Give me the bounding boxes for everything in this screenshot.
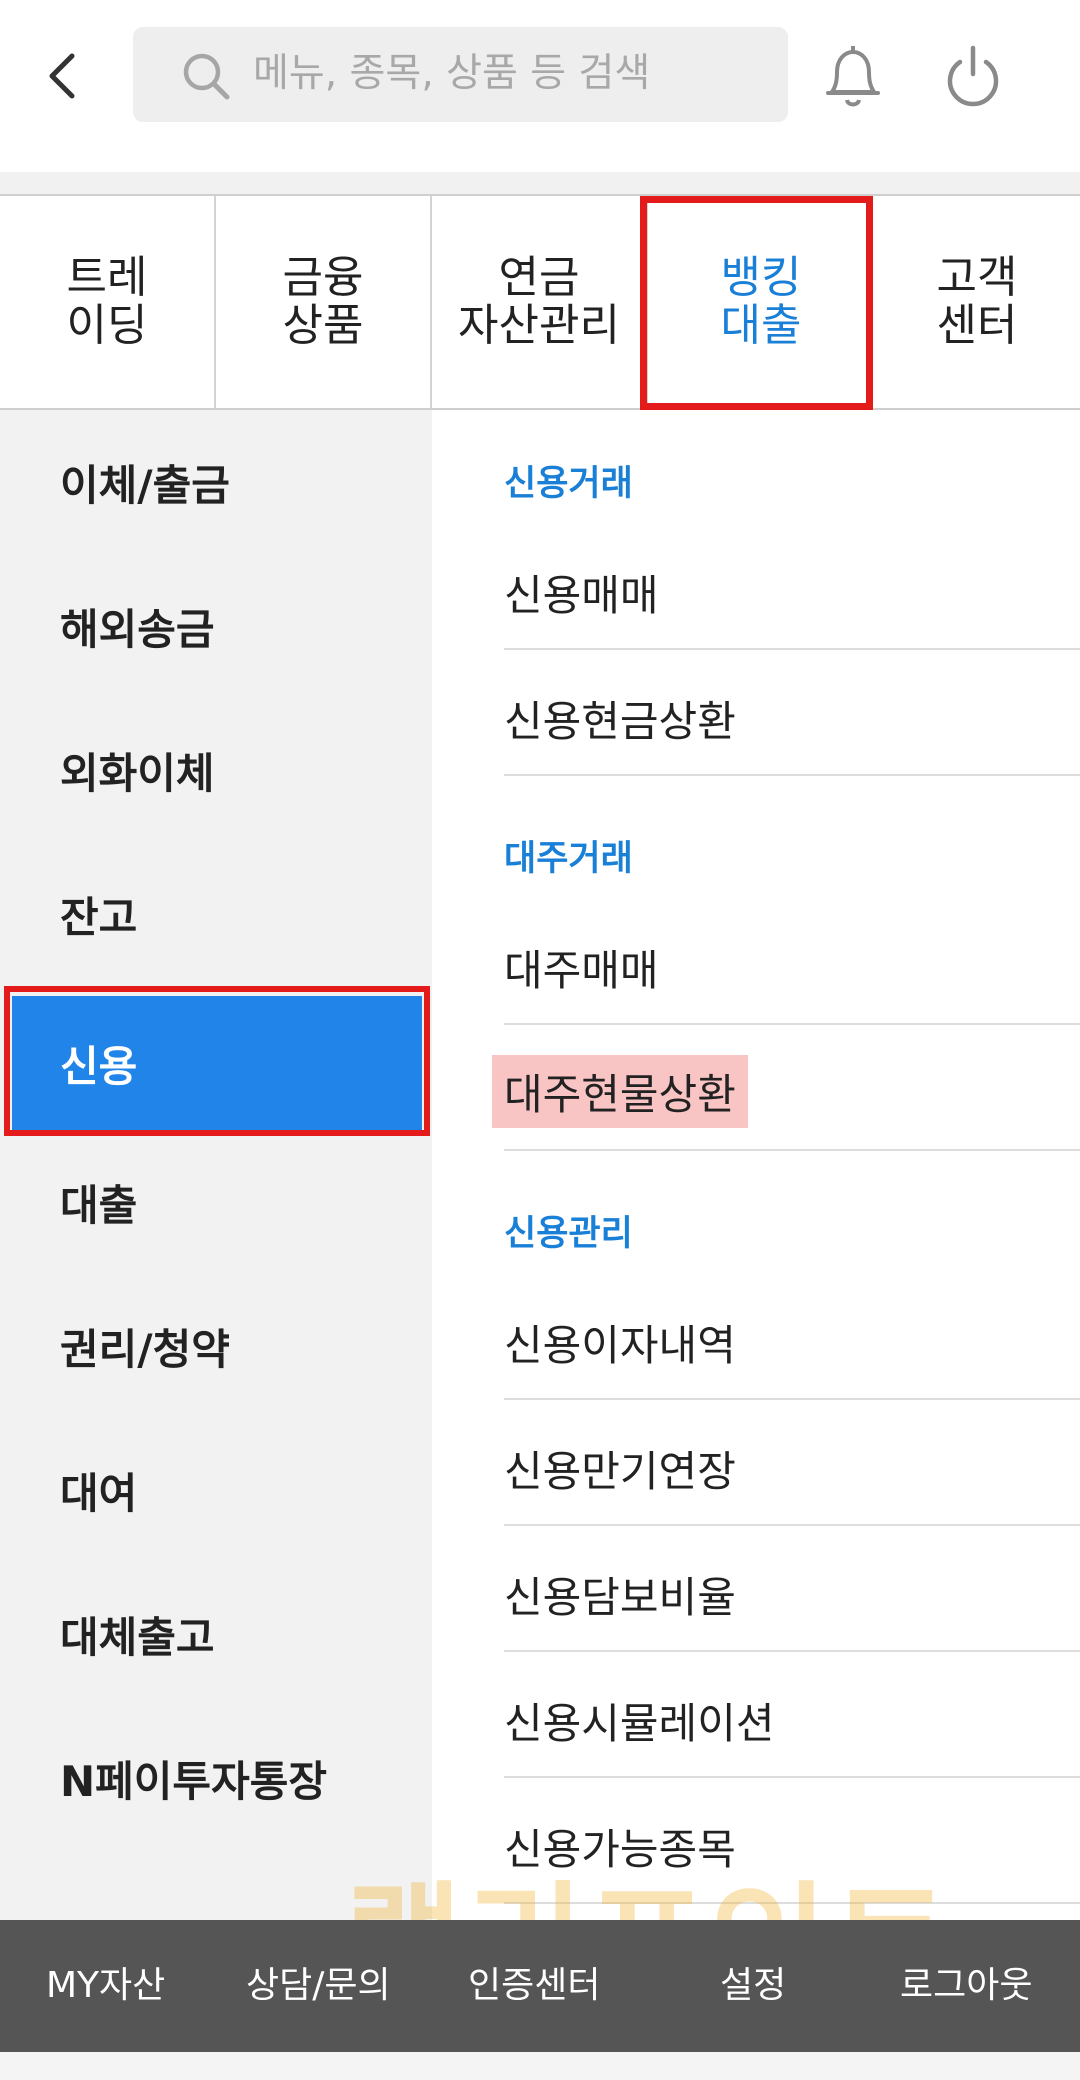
logout-power-button[interactable] [940,40,1006,112]
bell-icon [826,46,880,107]
bottom-item-my-assets[interactable]: MY자산 [46,1920,165,2052]
menu-item-label: 신용담보비율 [504,1573,736,1622]
section-title-credit-management: 신용관리 [504,1214,633,1254]
sidebar-item-label: 대여 [60,1468,138,1518]
submenu-panel: 신용거래 신용매매 신용현금상환 대주거래 대주매매 대주현물상환 신용관리 신… [432,410,1080,1920]
tab-label: 고객 센터 [936,252,1018,351]
tab-banking-loan[interactable]: 뱅킹 대출 [648,196,874,408]
power-icon [947,45,999,107]
search-icon [183,53,230,100]
tab-label: 트레 이딩 [66,252,148,351]
sidebar-item-label: 대체출고 [60,1612,215,1662]
bottom-item-certificate-center[interactable]: 인증센터 [468,1920,600,2052]
menu-item-label: 대주매매 [504,946,659,995]
back-button[interactable] [40,48,84,104]
bottom-item-logout[interactable]: 로그아웃 [900,1920,1032,2052]
sidebar-item-label: 이체/출금 [60,460,230,510]
sidebar: 이체/출금 해외송금 외화이체 잔고 신용 대출 권리/청약 대여 대체출고 N… [0,410,432,1920]
tab-label: 금융 상품 [282,252,364,351]
menu-item-label: 신용시뮬레이션 [504,1699,775,1748]
sidebar-item-transfer-withdraw[interactable]: 이체/출금 [0,410,432,554]
sidebar-item-label: 잔고 [60,892,138,942]
header-divider-band [0,172,1080,194]
menu-item-label: 대주현물상환 [492,1055,748,1128]
sidebar-item-rights-subscription[interactable]: 권리/청약 [0,1274,432,1418]
bottom-item-settings[interactable]: 설정 [720,1920,786,2052]
sidebar-item-label: 대출 [60,1180,138,1230]
menu-item-credit-interest-history[interactable]: 신용이자내역 [504,1274,1080,1400]
back-arrow-icon [49,53,75,99]
sidebar-item-lending[interactable]: 대여 [0,1418,432,1562]
sidebar-item-label: 신용 [60,1041,138,1091]
section-title-short-selling: 대주거래 [504,839,633,879]
menu-item-label: 신용만기연장 [504,1447,736,1496]
menu-item-short-sale-trade[interactable]: 대주매매 [504,899,1080,1025]
menu-item-credit-eligible-stocks[interactable]: 신용가능종목 [504,1778,1080,1904]
notification-button[interactable] [820,40,886,112]
sidebar-item-label: 권리/청약 [60,1324,230,1374]
sidebar-item-loan[interactable]: 대출 [0,1130,432,1274]
menu-item-label: 신용현금상환 [504,697,736,746]
menu-item-credit-maturity-extension[interactable]: 신용만기연장 [504,1400,1080,1526]
sidebar-item-substitute-release[interactable]: 대체출고 [0,1562,432,1706]
sidebar-item-overseas-remittance[interactable]: 해외송금 [0,554,432,698]
menu-item-label: 신용매매 [504,571,659,620]
tab-customer-center[interactable]: 고객 센터 [874,196,1080,408]
sidebar-item-label: 외화이체 [60,748,215,798]
category-tabs: 트레 이딩 금융 상품 연금 자산관리 뱅킹 대출 고객 센터 [0,194,1080,410]
tab-label: 연금 자산관리 [458,252,620,351]
sidebar-item-npay-account[interactable]: N페이투자통장 [0,1706,432,1850]
menu-item-credit-collateral-ratio[interactable]: 신용담보비율 [504,1526,1080,1652]
menu-item-label: 신용이자내역 [504,1321,736,1370]
tab-trading[interactable]: 트레 이딩 [0,196,216,408]
section-title-credit-trading: 신용거래 [504,464,633,504]
sidebar-item-label: 해외송금 [60,604,215,654]
sidebar-item-label: N페이투자통장 [60,1756,327,1806]
menu-item-credit-cash-repayment[interactable]: 신용현금상환 [504,650,1080,776]
top-header: 메뉴, 종목, 상품 등 검색 [0,0,1080,172]
sidebar-item-balance[interactable]: 잔고 [0,842,432,986]
sidebar-item-foreign-currency-transfer[interactable]: 외화이체 [0,698,432,842]
menu-item-credit-trade[interactable]: 신용매매 [504,524,1080,650]
tab-financial-products[interactable]: 금융 상품 [216,196,432,408]
tab-label: 뱅킹 대출 [720,252,802,351]
menu-item-label: 신용가능종목 [504,1825,736,1874]
bottom-edge-strip [0,2052,1080,2080]
sidebar-item-credit[interactable]: 신용 [12,996,422,1130]
search-input[interactable]: 메뉴, 종목, 상품 등 검색 [133,27,788,122]
menu-item-credit-simulation[interactable]: 신용시뮬레이션 [504,1652,1080,1778]
tab-pension-asset-management[interactable]: 연금 자산관리 [432,196,648,408]
bottom-bar: MY자산 상담/문의 인증센터 설정 로그아웃 [0,1920,1080,2052]
menu-item-short-spot-repayment[interactable]: 대주현물상환 [492,1025,1080,1151]
bottom-item-consultation[interactable]: 상담/문의 [246,1920,391,2052]
search-placeholder: 메뉴, 종목, 상품 등 검색 [253,51,651,96]
